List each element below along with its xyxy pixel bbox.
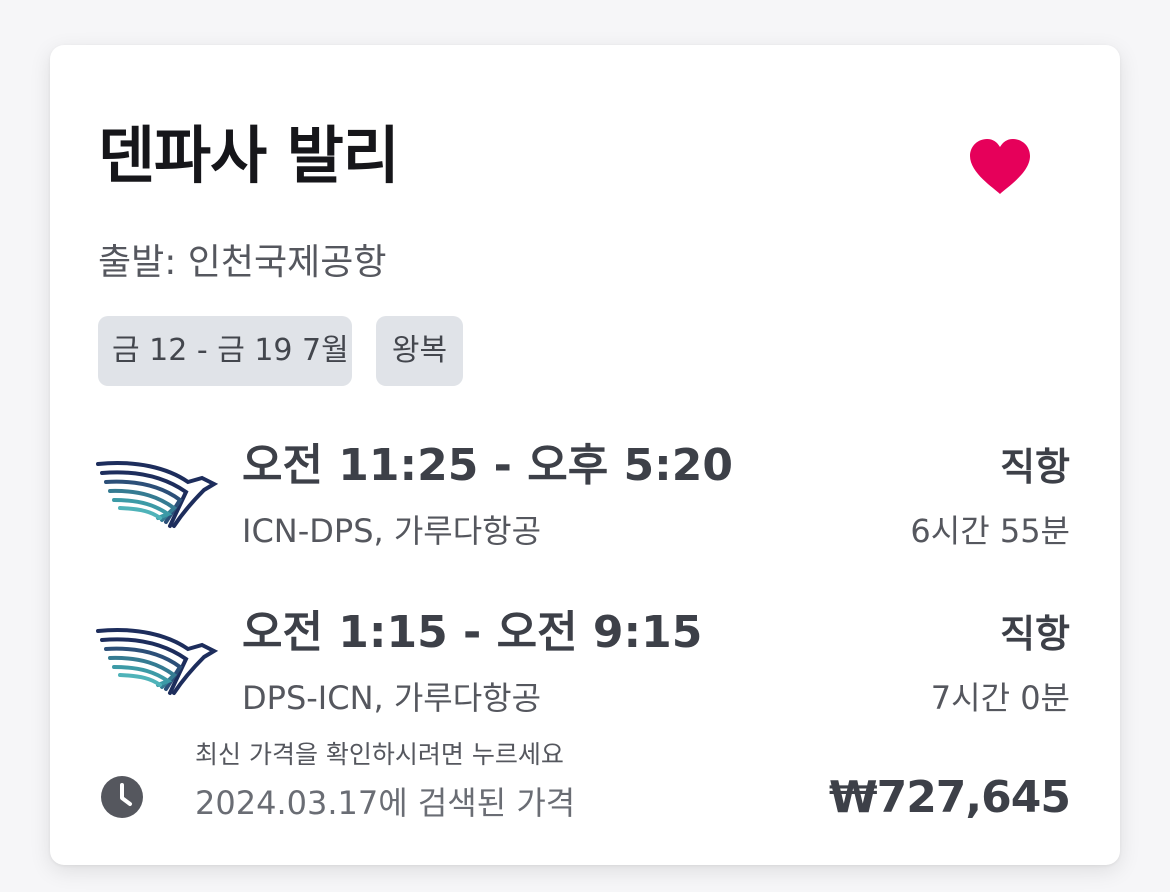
refresh-price-hint[interactable]: 최신 가격을 확인하시려면 누르세요: [195, 742, 564, 767]
garuda-bird-logo-icon: [96, 460, 219, 528]
leg-stops: 직항: [1000, 612, 1070, 656]
date-range-chip: 금 12 - 금 19 7월: [98, 316, 352, 386]
leg-times: 오전 11:25 - 오후 5:20: [242, 440, 733, 491]
leg-route: DPS-ICN, 가루다항공: [242, 679, 542, 717]
flight-deal-card[interactable]: 덴파사 발리 출발: 인천국제공항 금 12 - 금 19 7월 왕복 오전 1…: [50, 45, 1120, 865]
trip-type-chip: 왕복: [376, 316, 463, 386]
clock-icon: [101, 776, 143, 818]
leg-times: 오전 1:15 - 오전 9:15: [242, 607, 703, 658]
leg-route: ICN-DPS, 가루다항공: [242, 512, 542, 550]
leg-stops: 직항: [1000, 445, 1070, 489]
destination-title: 덴파사 발리: [98, 119, 400, 192]
leg-duration: 7시간 0분: [930, 679, 1070, 717]
leg-duration: 6시간 55분: [910, 512, 1070, 550]
garuda-bird-logo-icon: [96, 627, 219, 695]
price: ₩727,645: [829, 772, 1071, 823]
outbound-leg: 오전 11:25 - 오후 5:20 ICN-DPS, 가루다항공 직항 6시간…: [50, 440, 1120, 570]
origin-airport: 출발: 인천국제공항: [98, 242, 387, 283]
searched-date: 2024.03.17에 검색된 가격: [195, 784, 576, 822]
return-leg: 오전 1:15 - 오전 9:15 DPS-ICN, 가루다항공 직항 7시간 …: [50, 607, 1120, 737]
heart-icon[interactable]: [968, 138, 1032, 196]
